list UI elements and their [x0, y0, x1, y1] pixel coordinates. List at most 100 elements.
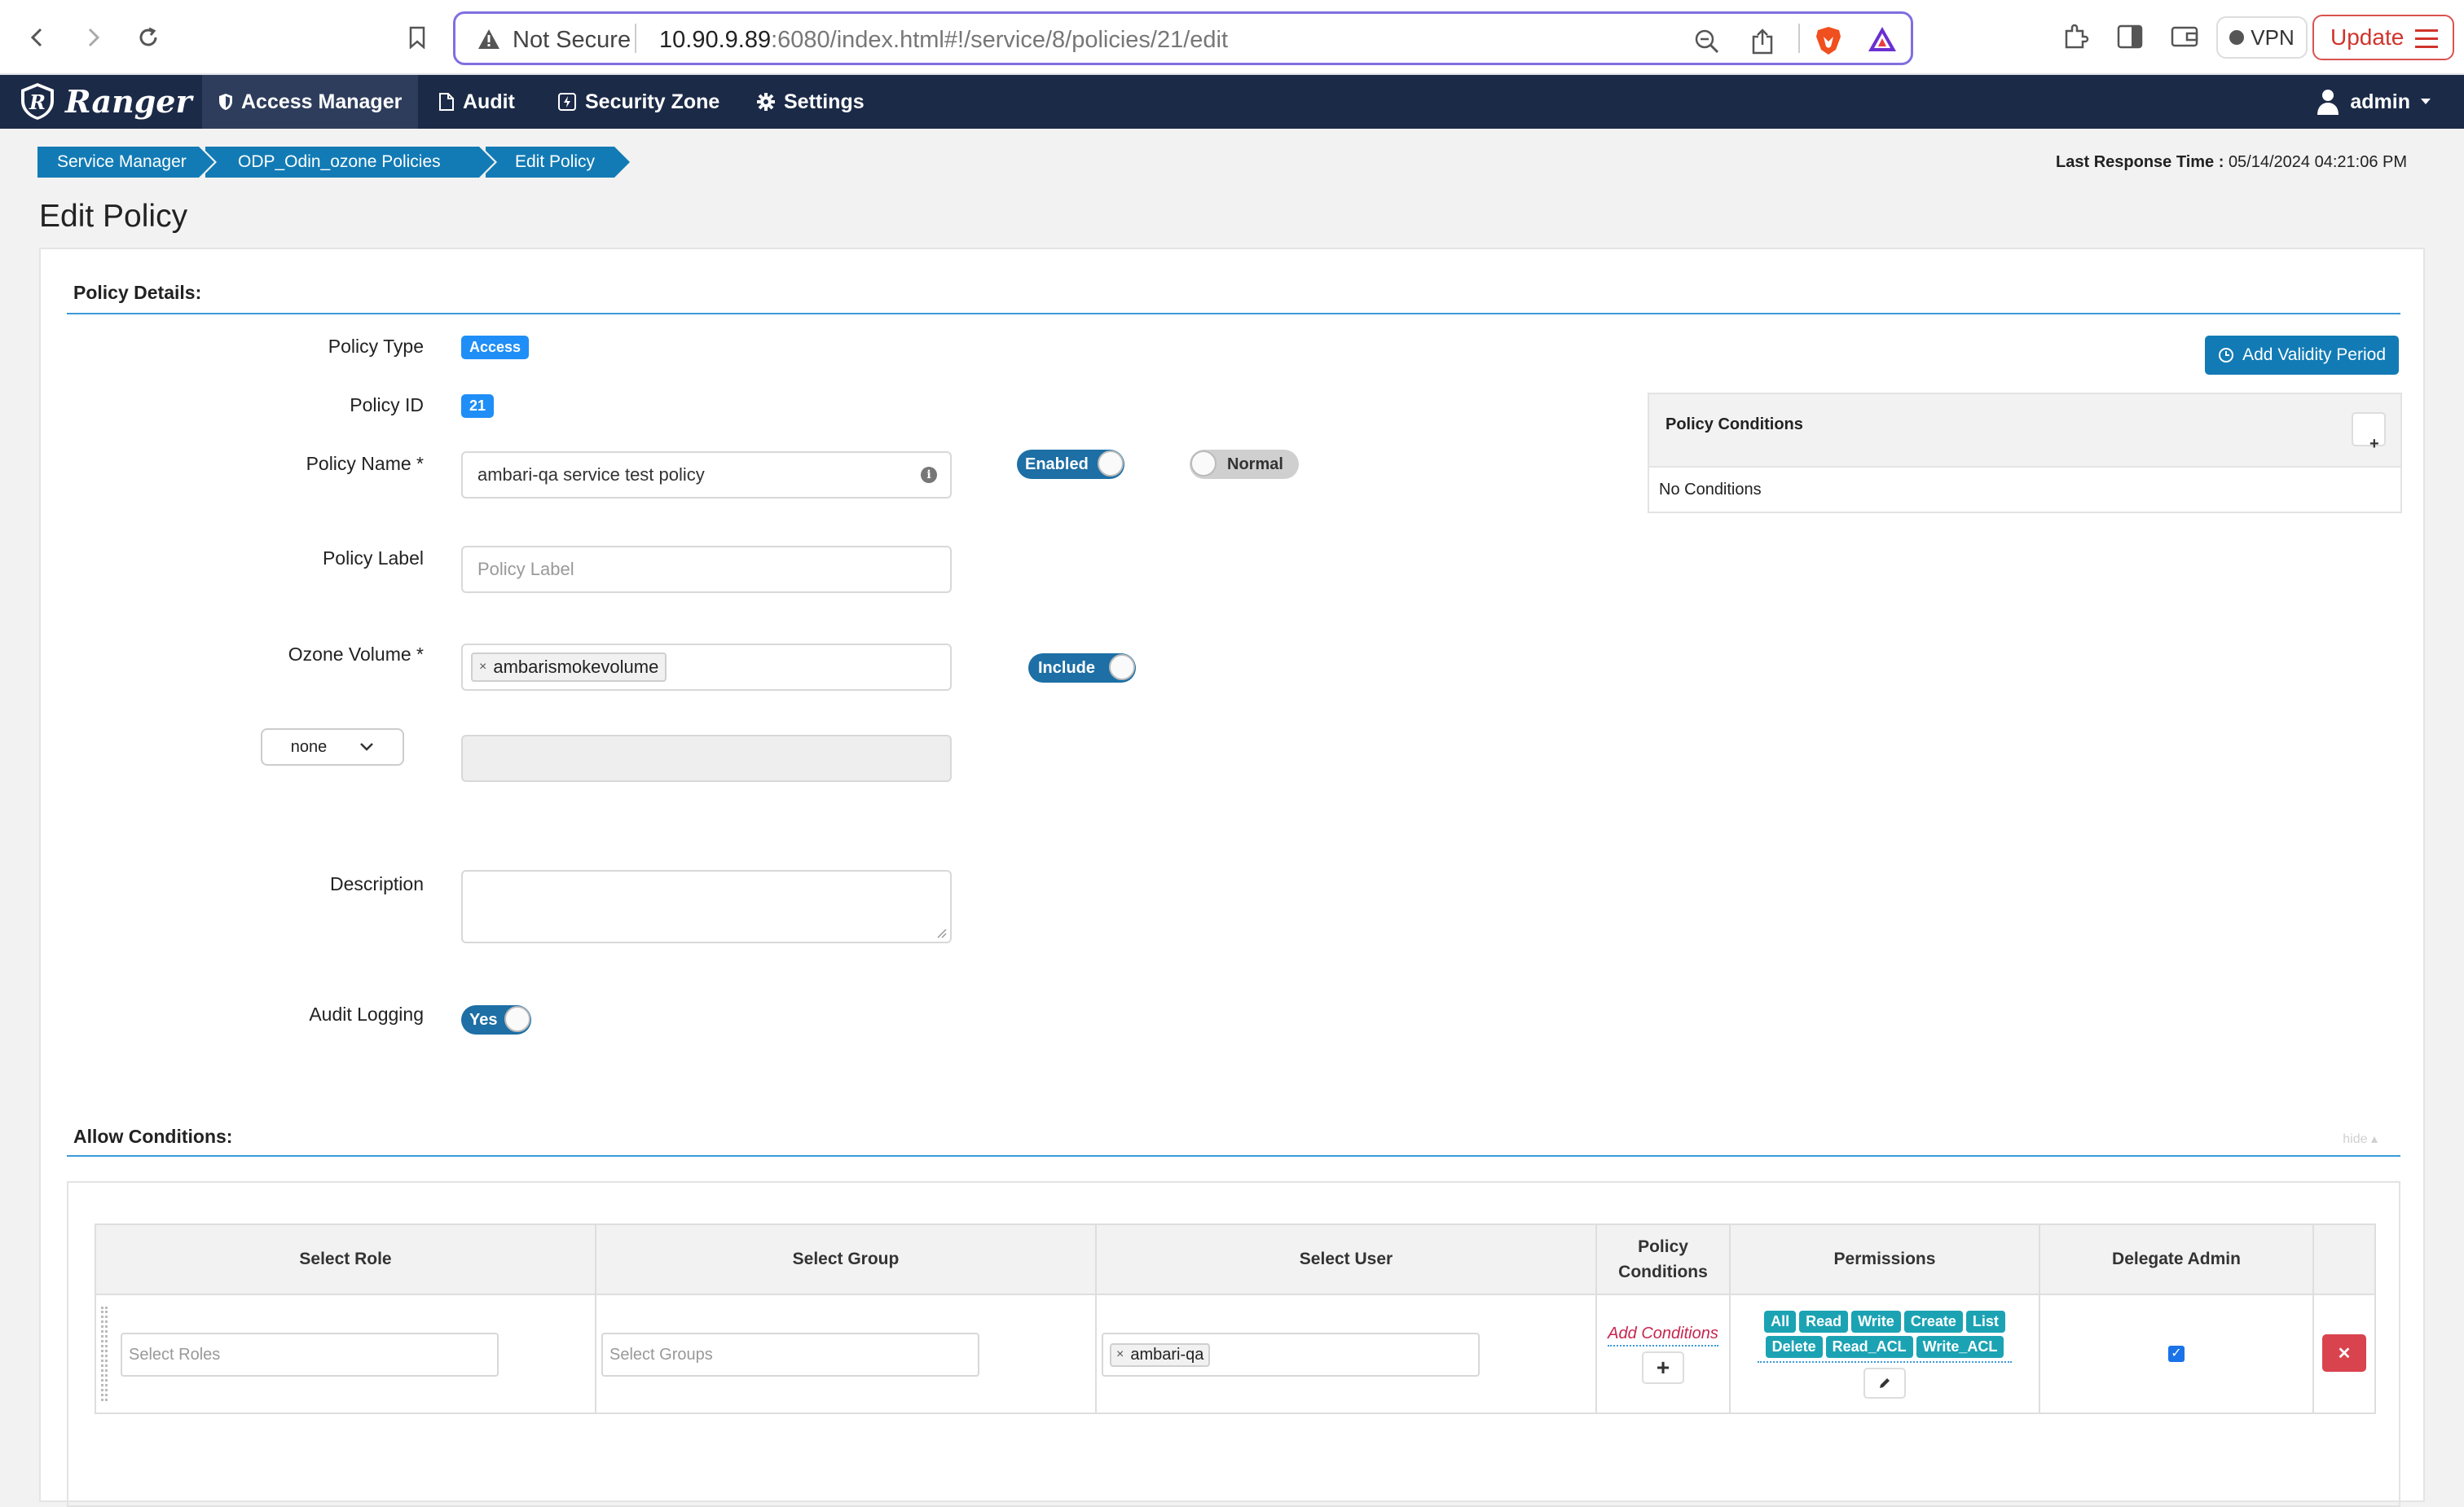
policy-conditions-panel: Policy Conditions + No Conditions — [1648, 393, 2402, 513]
nav-settings[interactable]: Settings — [740, 75, 881, 129]
extensions-icon[interactable] — [2061, 23, 2089, 51]
chevron-down-icon — [360, 743, 374, 751]
actions-cell: ✕ — [2312, 1294, 2376, 1414]
address-bar[interactable]: Not Secure 10.90.9.89:6080/index.html#!/… — [453, 11, 1913, 65]
add-conditions-link[interactable]: Add Conditions — [1608, 1325, 1718, 1347]
policy-name-input[interactable]: ambari-qa service test policy i — [461, 451, 952, 499]
policy-conditions-header: Policy Conditions + — [1649, 394, 2400, 468]
resource-type-select[interactable]: none — [261, 728, 404, 766]
resize-handle-icon[interactable] — [935, 927, 947, 938]
column-header-delegate-admin: Delegate Admin — [2039, 1224, 2314, 1295]
permission-tag: Write — [1851, 1311, 1901, 1333]
ozone-volume-input[interactable]: × ambarismokevolume — [461, 644, 952, 691]
breadcrumb-edit-policy[interactable]: Edit Policy — [486, 147, 632, 178]
resource-type-value: none — [290, 737, 328, 756]
aurora-icon[interactable] — [1867, 25, 1898, 53]
drag-handle[interactable] — [101, 1307, 108, 1401]
user-cell: × ambari-qa — [1095, 1294, 1597, 1414]
forward-icon[interactable] — [73, 18, 112, 57]
remove-tag-icon[interactable]: × — [1116, 1347, 1124, 1362]
permission-tag: Create — [1903, 1311, 1963, 1333]
svg-text:R: R — [29, 90, 46, 114]
divider — [635, 24, 636, 53]
permission-tag: List — [1965, 1311, 2005, 1333]
enabled-toggle-label: Enabled — [1025, 455, 1089, 473]
policy-form: Policy Details: Policy Type Access Polic… — [39, 248, 2425, 1507]
description-label: Description — [329, 873, 424, 894]
select-groups-input[interactable]: Select Groups — [601, 1333, 979, 1377]
checkbox-icon: ✓ — [2171, 1347, 2182, 1360]
divider — [67, 1155, 2400, 1157]
gear-icon — [757, 93, 775, 111]
add-validity-period-button[interactable]: Add Validity Period — [2205, 336, 2399, 375]
nav-access-manager[interactable]: Access Manager — [202, 75, 419, 129]
nav-security-zone[interactable]: Security Zone — [541, 75, 736, 129]
column-header-group: Select Group — [595, 1224, 1097, 1295]
column-header-role: Select Role — [95, 1224, 596, 1295]
warning-icon — [477, 28, 501, 51]
permission-tag: Read_ACL — [1825, 1336, 1913, 1358]
permissions-list[interactable]: All Read Write Create List Delete Read_ACL Wri… — [1758, 1309, 2012, 1363]
include-toggle-label: Include — [1038, 658, 1096, 677]
logo-text: Ranger — [65, 82, 192, 120]
ranger-logo[interactable]: R Ranger — [18, 81, 191, 121]
priority-toggle[interactable]: Normal — [1190, 450, 1299, 479]
conditions-cell: Add Conditions + — [1595, 1294, 1731, 1414]
policy-id-label: Policy ID — [350, 394, 424, 415]
sidebar-icon[interactable] — [2117, 24, 2143, 49]
policy-id-badge: 21 — [461, 394, 495, 418]
select-roles-input[interactable]: Select Roles — [121, 1333, 499, 1377]
resource-value-input — [461, 735, 952, 782]
zoom-icon[interactable] — [1694, 29, 1720, 55]
back-icon[interactable] — [18, 18, 57, 57]
permission-tag: Read — [1799, 1311, 1849, 1333]
column-header-actions — [2312, 1224, 2376, 1295]
include-toggle[interactable]: Include — [1028, 653, 1136, 683]
select-users-input[interactable]: × ambari-qa — [1102, 1333, 1480, 1377]
close-icon: ✕ — [2337, 1344, 2352, 1363]
clock-icon — [2219, 348, 2234, 362]
breadcrumb-policies[interactable]: ODP_Odin_ozone Policies — [205, 147, 497, 178]
group-cell: Select Groups — [595, 1294, 1097, 1414]
brave-icon[interactable] — [1815, 25, 1842, 56]
add-policy-condition-button[interactable]: + — [2352, 412, 2386, 453]
policy-label-label: Policy Label — [322, 547, 424, 569]
delegate-admin-checkbox[interactable]: ✓ — [2168, 1346, 2185, 1362]
column-header-policy-conditions: Policy Conditions — [1595, 1224, 1731, 1295]
permission-tag: All — [1764, 1311, 1797, 1333]
ozone-volume-tag: × ambarismokevolume — [471, 652, 667, 682]
reload-icon[interactable] — [129, 18, 168, 57]
wallet-icon[interactable] — [2171, 24, 2198, 49]
hide-allow-conditions-link[interactable]: hide ▴ — [2343, 1131, 2378, 1147]
audit-logging-toggle[interactable]: Yes — [461, 1005, 531, 1035]
policy-conditions-body: No Conditions — [1659, 481, 1762, 499]
user-tag: × ambari-qa — [1110, 1342, 1211, 1367]
zone-icon — [558, 93, 576, 111]
vpn-button[interactable]: VPN — [2216, 16, 2308, 59]
breadcrumb-service-manager[interactable]: Service Manager — [37, 147, 217, 178]
nav-audit[interactable]: Audit — [422, 75, 531, 129]
enabled-toggle[interactable]: Enabled — [1017, 450, 1124, 479]
delete-row-button[interactable]: ✕ — [2322, 1334, 2366, 1372]
column-header-user: Select User — [1095, 1224, 1597, 1295]
policy-label-input[interactable]: Policy Label — [461, 546, 952, 593]
remove-tag-icon[interactable]: × — [479, 660, 486, 674]
allow-conditions-table: Select Role Select Group Select User Pol… — [95, 1224, 2376, 1414]
permissions-cell: All Read Write Create List Delete Read_ACL Wri… — [1729, 1294, 2040, 1414]
info-icon: i — [921, 467, 937, 483]
bookmark-icon[interactable] — [398, 18, 437, 57]
add-condition-button[interactable]: + — [1642, 1351, 1684, 1384]
description-input[interactable] — [461, 870, 952, 943]
plus-icon: + — [2369, 435, 2379, 453]
update-button[interactable]: Update — [2312, 15, 2454, 60]
user-menu[interactable]: admin — [2316, 75, 2431, 129]
toggle-knob — [1190, 450, 1217, 477]
column-header-permissions: Permissions — [1729, 1224, 2040, 1295]
toggle-knob — [1109, 654, 1135, 680]
permission-tag: Delete — [1765, 1336, 1823, 1358]
share-icon[interactable] — [1751, 29, 1774, 55]
caret-down-icon — [2421, 99, 2431, 104]
url-text[interactable]: 10.90.9.89:6080/index.html#!/service/8/p… — [659, 27, 1228, 54]
allow-conditions-box: Select Role Select Group Select User Pol… — [67, 1181, 2400, 1507]
edit-permissions-button[interactable] — [1863, 1368, 1906, 1399]
